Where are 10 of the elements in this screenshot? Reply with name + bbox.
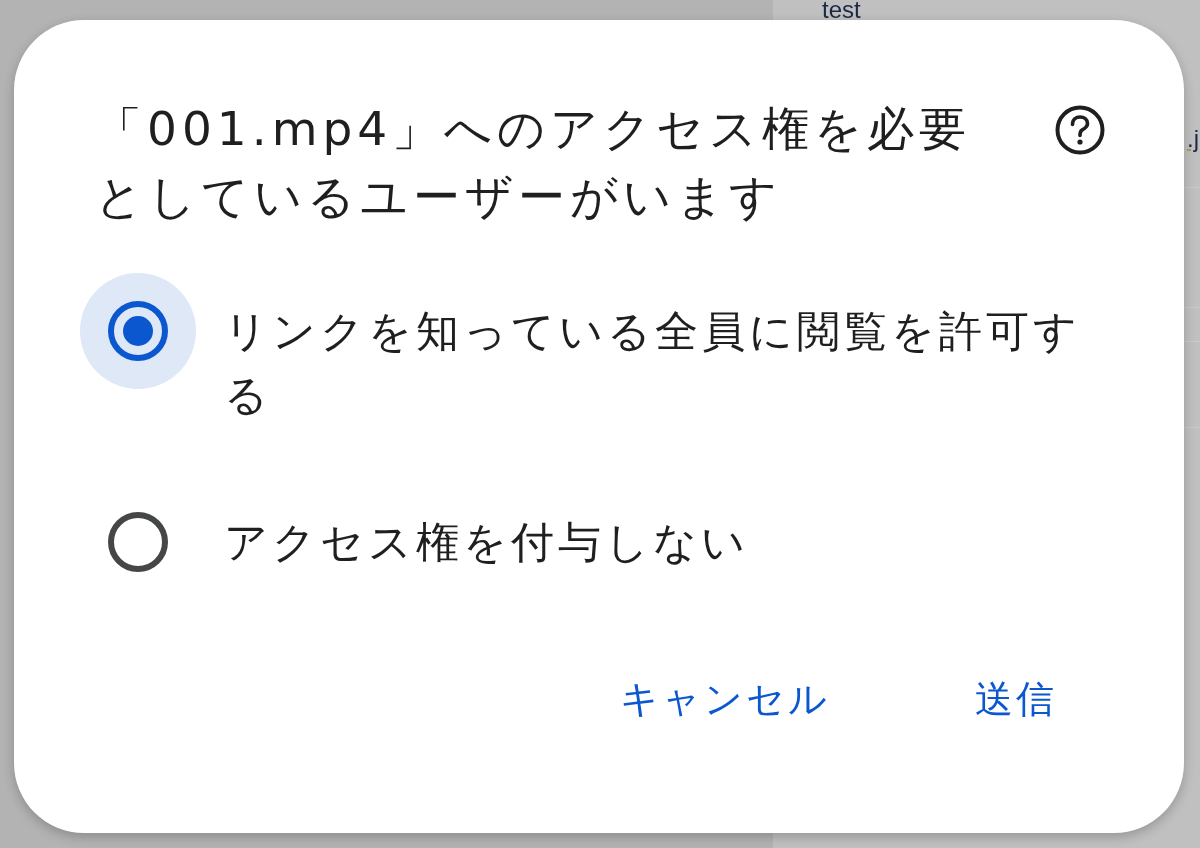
dialog-title: 「001.mp4」へのアクセス権を必要としているユーザーがいます <box>95 100 973 226</box>
background-text: test <box>822 0 861 20</box>
send-button[interactable]: 送信 <box>951 666 1081 732</box>
help-icon[interactable] <box>1055 105 1105 155</box>
background-text: .j <box>1187 124 1199 154</box>
cancel-button[interactable]: キャンセル <box>596 666 854 732</box>
radio-icon[interactable] <box>108 512 168 572</box>
radio-selected-icon[interactable] <box>80 273 196 389</box>
option-label[interactable]: アクセス権を付与しない <box>224 510 1081 574</box>
option-label[interactable]: リンクを知っている全員に閲覧を許可する <box>224 299 1081 427</box>
